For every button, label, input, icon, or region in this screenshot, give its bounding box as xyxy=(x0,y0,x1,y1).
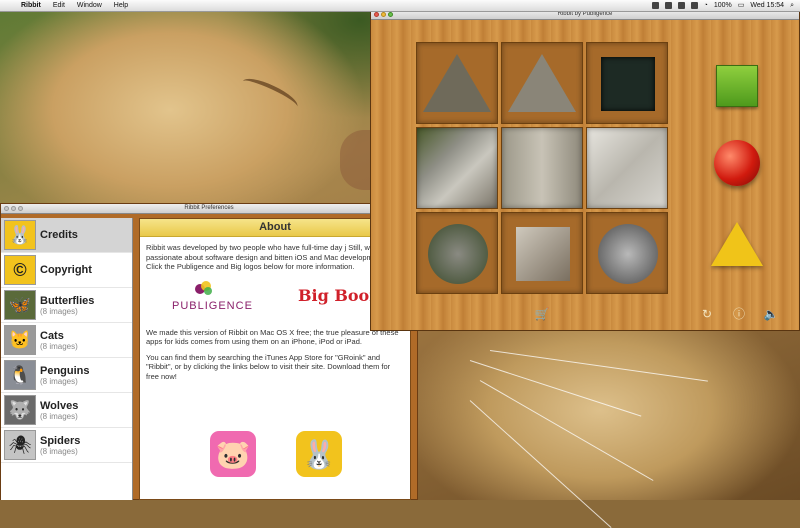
menu-window[interactable]: Window xyxy=(71,0,108,11)
cat-thumb: 🐱 xyxy=(4,325,36,355)
square-piece[interactable] xyxy=(516,227,570,281)
ribbit-app-icon[interactable]: 🐰 xyxy=(296,431,342,477)
battery-icon[interactable]: ▭ xyxy=(738,0,745,11)
wallpaper-whisker xyxy=(469,400,612,528)
category-label: Butterflies xyxy=(40,294,95,307)
publigence-logo-icon[interactable] xyxy=(194,280,214,296)
menu-bar: Ribbit Edit Window Help ◔ 100% ▭ Wed 15:… xyxy=(0,0,800,12)
sound-icon[interactable]: 🔈 xyxy=(763,306,779,322)
category-label: Spiders xyxy=(40,434,81,447)
penguin-thumb: 🐧 xyxy=(4,360,36,390)
menu-app[interactable]: Ribbit xyxy=(15,0,47,11)
category-count: (8 images) xyxy=(40,341,78,351)
circle-piece[interactable] xyxy=(428,224,488,284)
category-label: Wolves xyxy=(40,399,79,412)
minimize-button[interactable] xyxy=(11,206,16,211)
yellow-triangle-shape[interactable] xyxy=(711,222,763,266)
puzzle-slot-square[interactable] xyxy=(586,42,668,124)
category-label: Copyright xyxy=(40,264,92,276)
category-label: Cats xyxy=(40,329,64,342)
puzzle-slot-square[interactable] xyxy=(501,212,583,294)
category-spiders[interactable]: 🕷 Spiders (8 images) xyxy=(1,428,132,463)
status-app-icon[interactable] xyxy=(664,2,672,9)
category-count: (8 images) xyxy=(40,306,78,316)
groink-app-icon[interactable]: 🐷 xyxy=(210,431,256,477)
category-copyright[interactable]: © Copyright xyxy=(1,253,132,288)
category-label: Penguins xyxy=(40,364,90,377)
search-icon[interactable]: ⌕ xyxy=(790,0,794,11)
puzzle-slot-circle[interactable] xyxy=(416,212,498,294)
wifi-icon[interactable]: ◔ xyxy=(704,0,708,11)
preferences-window: Ribbit Preferences 🐰 Credits © Copyright… xyxy=(0,203,418,500)
category-cats[interactable]: 🐱 Cats (8 images) xyxy=(1,323,132,358)
close-button[interactable] xyxy=(374,12,379,17)
status-app-icon[interactable] xyxy=(690,2,698,9)
status-app-icon[interactable] xyxy=(677,2,685,9)
green-square-shape[interactable] xyxy=(716,65,758,107)
about-paragraph: You can find them by searching the iTune… xyxy=(146,352,391,381)
category-label: Credits xyxy=(40,229,78,241)
triangle-piece[interactable] xyxy=(508,54,576,112)
wallpaper-whisker xyxy=(479,380,654,481)
square-piece[interactable] xyxy=(601,57,655,111)
wolf-thumb: 🐺 xyxy=(4,395,36,425)
publigence-logo[interactable]: PUBLIGENCE xyxy=(172,300,253,312)
refresh-icon[interactable]: ↻ xyxy=(699,306,715,322)
game-window: Ribbit by Publigence 🛒 ↻ ⓘ 🔈 xyxy=(370,9,800,331)
circle-piece[interactable] xyxy=(598,224,658,284)
copyright-icon: © xyxy=(4,255,36,285)
red-circle-shape[interactable] xyxy=(714,140,760,186)
puzzle-tile-wolf[interactable] xyxy=(586,127,668,209)
category-list: 🐰 Credits © Copyright 🦋 Butterflies (8 i… xyxy=(1,218,133,500)
battery-percent[interactable]: 100% xyxy=(714,0,732,11)
category-penguins[interactable]: 🐧 Penguins (8 images) xyxy=(1,358,132,393)
category-credits[interactable]: 🐰 Credits xyxy=(1,218,132,253)
puzzle-slot-circle[interactable] xyxy=(586,212,668,294)
puzzle-slot-triangle[interactable] xyxy=(501,42,583,124)
app-links: 🐷 🐰 xyxy=(140,431,410,491)
minimize-button[interactable] xyxy=(381,12,386,17)
info-icon[interactable]: ⓘ xyxy=(731,306,747,322)
preferences-title: Ribbit Preferences xyxy=(184,205,234,211)
category-count: (8 images) xyxy=(40,376,78,386)
wallpaper-lion-eye xyxy=(239,73,301,115)
bunny-face-icon: 🐰 xyxy=(4,220,36,250)
category-count: (8 images) xyxy=(40,446,78,456)
clock[interactable]: Wed 15:54 xyxy=(750,0,784,11)
category-wolves[interactable]: 🐺 Wolves (8 images) xyxy=(1,393,132,428)
status-app-icon[interactable] xyxy=(651,2,659,9)
triangle-piece[interactable] xyxy=(423,54,491,112)
puzzle-slot-triangle[interactable] xyxy=(416,42,498,124)
zoom-button[interactable] xyxy=(388,12,393,17)
category-count: (8 images) xyxy=(40,411,78,421)
zoom-button[interactable] xyxy=(18,206,23,211)
spider-thumb: 🕷 xyxy=(4,430,36,460)
puzzle-tile-wolf[interactable] xyxy=(416,127,498,209)
menu-edit[interactable]: Edit xyxy=(47,0,71,11)
butterfly-thumb: 🦋 xyxy=(4,290,36,320)
preferences-titlebar[interactable]: Ribbit Preferences xyxy=(1,204,417,214)
close-button[interactable] xyxy=(4,206,9,211)
menu-help[interactable]: Help xyxy=(108,0,134,11)
category-butterflies[interactable]: 🦋 Butterflies (8 images) xyxy=(1,288,132,323)
puzzle-tile-wolf[interactable] xyxy=(501,127,583,209)
cart-icon[interactable]: 🛒 xyxy=(534,306,550,322)
